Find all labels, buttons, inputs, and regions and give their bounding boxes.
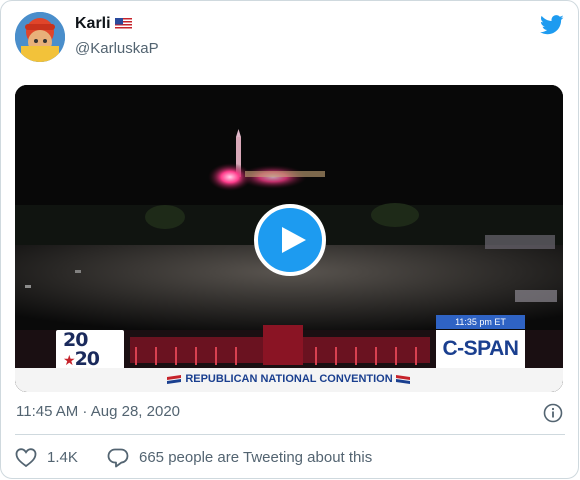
info-icon[interactable] (543, 403, 563, 423)
tweet-timestamp[interactable]: 11:45 AM · Aug 28, 2020 (16, 403, 180, 420)
lower-third-banner: REPUBLICAN NATIONAL CONVENTION (15, 368, 563, 392)
avatar[interactable] (15, 12, 65, 62)
us-flag-icon (115, 18, 132, 30)
heart-icon (15, 448, 37, 468)
divider (15, 434, 565, 435)
speech-bubble-icon (107, 448, 129, 468)
play-icon (282, 227, 306, 253)
tweet-card: Karli @KarluskaP 20 ★20 11:35 pm ET C-SP… (0, 0, 579, 479)
broadcast-time: 11:35 pm ET (436, 315, 525, 329)
play-button[interactable] (254, 204, 326, 276)
user-handle[interactable]: @KarluskaP (75, 40, 159, 57)
video-player[interactable]: 20 ★20 11:35 pm ET C-SPAN REPUBLICAN NAT… (15, 85, 563, 392)
like-count: 1.4K (47, 449, 78, 466)
twitter-bird-icon[interactable] (540, 15, 564, 35)
display-name[interactable]: Karli (75, 15, 111, 33)
network-logo: C-SPAN (436, 330, 525, 368)
convention-logo: 20 ★20 (56, 330, 124, 370)
star-icon: ★ (63, 353, 76, 369)
banner-text: REPUBLICAN NATIONAL CONVENTION (185, 373, 393, 385)
logo-line-2: 20 (74, 348, 100, 370)
tweeting-about-text: 665 people are Tweeting about this (139, 449, 373, 466)
flag-right-icon (396, 375, 410, 384)
